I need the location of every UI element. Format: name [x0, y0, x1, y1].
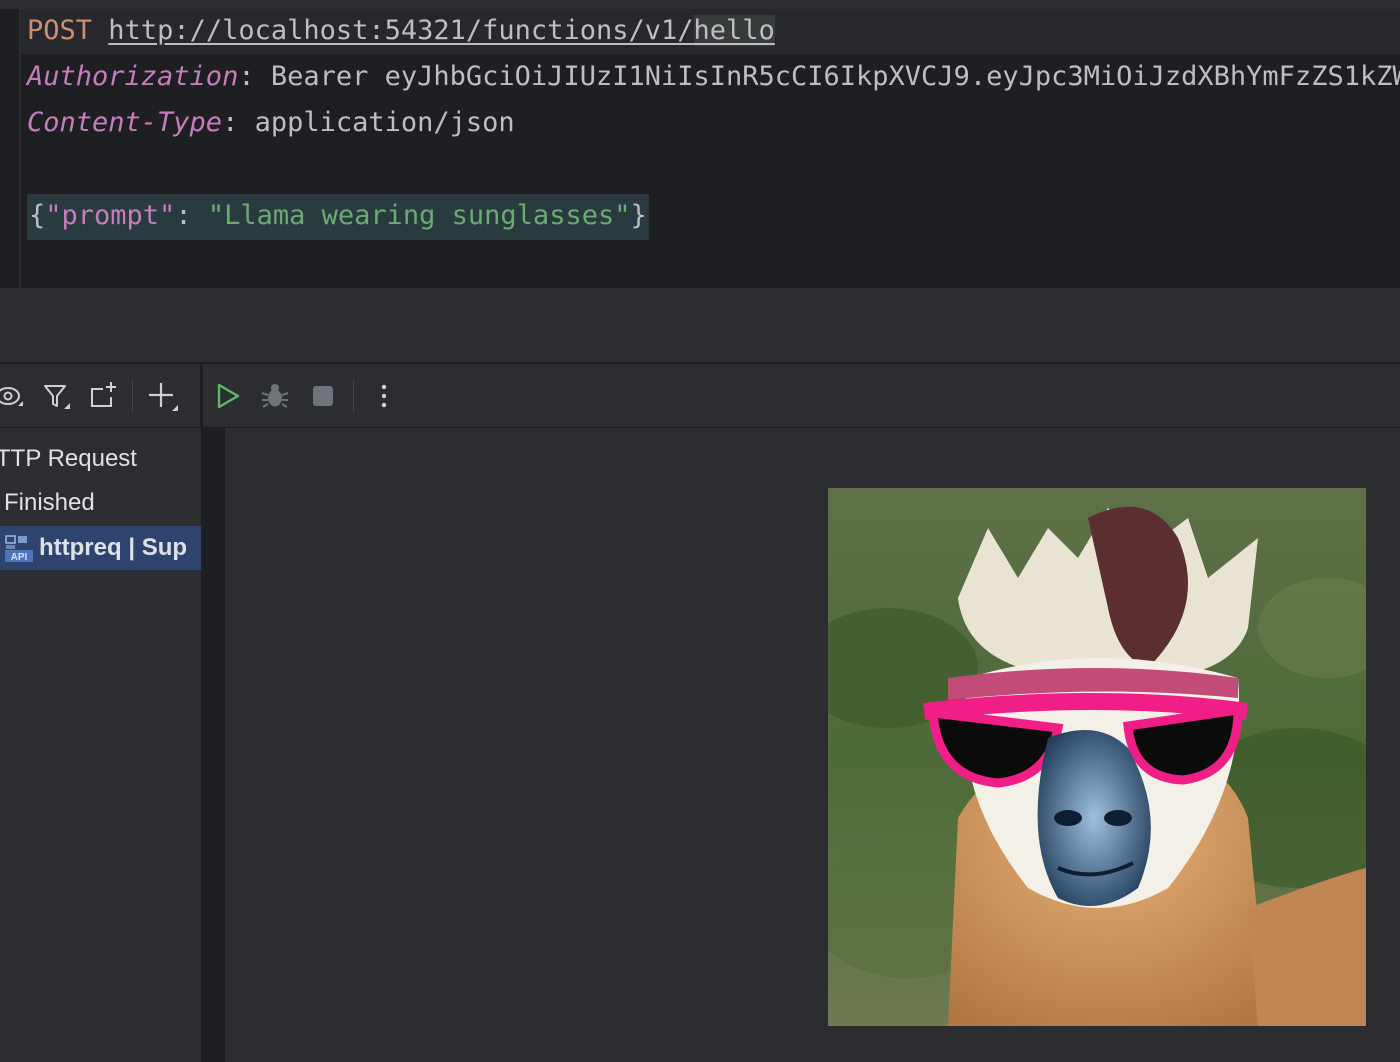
http-method: POST — [27, 15, 93, 46]
toolbar-separator — [132, 380, 133, 412]
json-key: "prompt" — [45, 200, 176, 231]
header-colon: : — [222, 107, 255, 138]
json-value: "Llama wearing sunglasses" — [207, 200, 631, 231]
header-line-authorization[interactable]: Authorization: Bearer eyJhbGciOiJIUzI1Ni… — [27, 55, 1400, 99]
json-close-brace: } — [630, 200, 647, 231]
header-colon: : — [238, 61, 271, 92]
stop-icon-svg — [313, 386, 333, 406]
json-body: {"prompt": "Llama wearing sunglasses"} — [27, 194, 649, 240]
eye-icon-svg — [0, 387, 23, 406]
api-icon: API — [5, 535, 33, 563]
header-line-content-type[interactable]: Content-Type: application/json — [27, 101, 515, 145]
tree-item-http-request[interactable]: TTP Request — [0, 437, 137, 481]
request-line[interactable]: POST http://localhost:54321/functions/v1… — [27, 9, 775, 53]
more-icon-svg — [381, 384, 387, 408]
json-colon: : — [175, 200, 208, 231]
eye-icon[interactable] — [0, 378, 28, 414]
request-body-line[interactable]: {"prompt": "Llama wearing sunglasses"} — [27, 194, 649, 240]
services-toolbar — [0, 364, 1400, 428]
stop-icon[interactable] — [305, 378, 341, 414]
toolbar-separator — [353, 380, 354, 412]
header-name: Content-Type — [27, 107, 223, 138]
request-url[interactable]: http://localhost:54321/functions/v1/hell… — [108, 15, 775, 46]
response-image — [828, 488, 1366, 1026]
run-icon[interactable] — [209, 378, 245, 414]
debug-icon[interactable] — [257, 378, 293, 414]
header-name: Authorization — [27, 61, 239, 92]
panel-spacer — [0, 288, 1400, 362]
llama-image-svg — [828, 488, 1366, 1026]
tree-splitter[interactable] — [201, 428, 225, 1062]
tree-item-httpreq[interactable]: API httpreq | Sup — [0, 526, 201, 570]
toolbar-divider — [200, 364, 203, 428]
run-icon-svg — [217, 383, 240, 409]
services-tree: TTP Request Finished API httpreq | Sup — [0, 428, 201, 1062]
filter-icon[interactable] — [38, 378, 74, 414]
tree-item-label: httpreq | Sup — [39, 534, 188, 561]
editor-gutter — [19, 9, 21, 288]
tree-item-finished[interactable]: Finished — [4, 481, 95, 525]
new-tab-icon[interactable] — [84, 378, 120, 414]
debug-icon-svg — [261, 384, 289, 408]
add-icon[interactable] — [144, 378, 180, 414]
more-icon[interactable] — [366, 378, 402, 414]
request-url-base: http://localhost:54321/functions/v1/ — [108, 15, 694, 46]
json-open-brace: { — [29, 200, 46, 231]
add-icon-svg — [149, 383, 178, 411]
header-value: application/json — [254, 107, 515, 138]
header-value: Bearer eyJhbGciOiJIUzI1NiIsInR5cCI6IkpXV… — [270, 61, 1400, 92]
new-tab-icon-svg — [91, 382, 116, 407]
request-url-endpoint: hello — [693, 15, 775, 46]
filter-icon-svg — [44, 385, 70, 409]
svg-text:API: API — [11, 552, 28, 563]
editor-top-strip — [0, 0, 1400, 9]
http-request-editor[interactable]: POST http://localhost:54321/functions/v1… — [0, 0, 1400, 288]
